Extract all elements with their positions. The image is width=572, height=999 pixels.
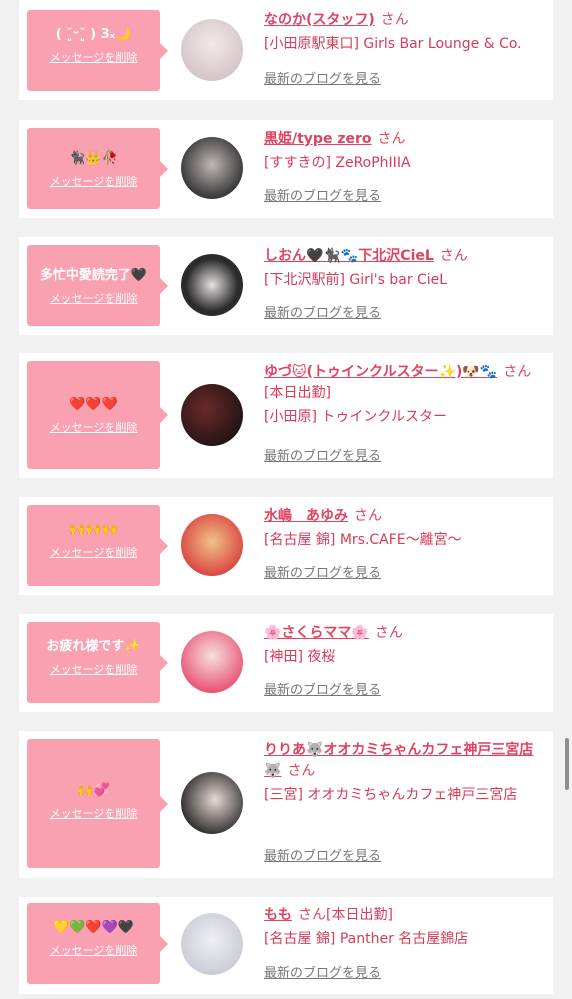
shop-name: [小田原] トゥインクルスター bbox=[264, 409, 447, 425]
cast-name-link[interactable]: 水嶋 あゆみ bbox=[264, 508, 348, 524]
attendance-status: [本日出勤] bbox=[326, 907, 393, 923]
message-card: ( ˘͈ᵕ˘͈ ) 3ₓ🌙 メッセージを削除 なのか(スタッフ) さん [小田原駅… bbox=[19, 0, 553, 100]
avatar[interactable] bbox=[181, 254, 243, 316]
shop-name: [三宮] オオカミちゃんカフェ神戸三宮店 bbox=[264, 787, 518, 803]
avatar[interactable] bbox=[181, 19, 243, 81]
delete-message-link[interactable]: メッセージを削除 bbox=[30, 943, 157, 959]
cast-name-link[interactable]: なのか(スタッフ) bbox=[264, 12, 375, 28]
delete-message-link[interactable]: メッセージを削除 bbox=[30, 291, 157, 307]
latest-blog-link[interactable]: 最新のブログを見る bbox=[264, 305, 381, 323]
message-text: 💛💚❤️💜🖤 bbox=[53, 920, 134, 935]
cast-name-link[interactable]: ゆづ🐱(トゥインクルスター✨)🐶🐾 bbox=[264, 364, 497, 380]
shop-name: [名古屋 錦] Panther 名古屋錦店 bbox=[264, 931, 469, 947]
message-card: ❤️❤️❤️ メッセージを削除 ゆづ🐱(トゥインクルスター✨)🐶🐾 さん [本日出勤… bbox=[19, 353, 553, 478]
shop-name: [すすきの] ZeRoPhIIIA bbox=[264, 155, 411, 171]
message-text: ❤️❤️❤️ bbox=[69, 397, 118, 412]
cast-name-link[interactable]: もも bbox=[264, 907, 292, 923]
message-text: ( ˘͈ᵕ˘͈ ) 3ₓ🌙 bbox=[55, 27, 132, 42]
message-bubble: ❤️❤️❤️ メッセージを削除 bbox=[27, 361, 168, 469]
latest-blog-link[interactable]: 最新のブログを見る bbox=[264, 71, 381, 89]
message-text: 🙌🙌🙌 bbox=[69, 522, 118, 537]
honorific: さん bbox=[377, 131, 406, 147]
delete-message-link[interactable]: メッセージを削除 bbox=[30, 545, 157, 561]
message-card: 🐈‍⬛👑🥀 メッセージを削除 黒姫/type zero さん [すすきの] ZeR… bbox=[19, 120, 553, 218]
message-card: 🙌💞 メッセージを削除 りりあ🐺オオカミちゃんカフェ神戸三宮店🐺 さん [三宮] … bbox=[19, 731, 553, 878]
message-text: 🐈‍⬛👑🥀 bbox=[69, 151, 118, 166]
latest-blog-link[interactable]: 最新のブログを見る bbox=[264, 682, 381, 700]
honorific: さん bbox=[503, 364, 532, 380]
avatar[interactable] bbox=[181, 514, 243, 576]
shop-name: [小田原駅東口] Girls Bar Lounge & Co. bbox=[264, 36, 522, 52]
message-bubble: 🙌🙌🙌 メッセージを削除 bbox=[27, 505, 168, 586]
shop-name: [下北沢駅前] Girl's bar CieL bbox=[264, 272, 448, 288]
cast-name-link[interactable]: しおん🖤🐈‍⬛🐾下北沢CieL bbox=[264, 248, 434, 264]
scrollbar[interactable] bbox=[565, 738, 569, 790]
message-bubble: 🙌💞 メッセージを削除 bbox=[27, 739, 168, 868]
cast-name-link[interactable]: 黒姫/type zero bbox=[264, 131, 372, 147]
shop-name: [神田] 夜桜 bbox=[264, 649, 336, 665]
message-bubble: 💛💚❤️💜🖤 メッセージを削除 bbox=[27, 903, 168, 984]
delete-message-link[interactable]: メッセージを削除 bbox=[30, 174, 157, 190]
message-text: お疲れ様です✨ bbox=[46, 639, 141, 654]
message-bubble: お疲れ様です✨ メッセージを削除 bbox=[27, 622, 168, 703]
avatar[interactable] bbox=[181, 137, 243, 199]
latest-blog-link[interactable]: 最新のブログを見る bbox=[264, 448, 381, 466]
latest-blog-link[interactable]: 最新のブログを見る bbox=[264, 188, 381, 206]
delete-message-link[interactable]: メッセージを削除 bbox=[30, 662, 157, 678]
message-card: お疲れ様です✨ メッセージを削除 🌸さくらママ🌸 さん [神田] 夜桜 最新のブロ… bbox=[19, 614, 553, 712]
honorific: さん bbox=[287, 763, 316, 779]
avatar[interactable] bbox=[181, 384, 243, 446]
delete-message-link[interactable]: メッセージを削除 bbox=[30, 420, 157, 436]
avatar[interactable] bbox=[181, 772, 243, 834]
message-text: 🙌💞 bbox=[77, 783, 110, 798]
avatar[interactable] bbox=[181, 913, 243, 975]
delete-message-link[interactable]: メッセージを削除 bbox=[30, 50, 157, 66]
avatar[interactable] bbox=[181, 631, 243, 693]
message-card: 🙌🙌🙌 メッセージを削除 水嶋 あゆみ さん [名古屋 錦] Mrs.CAFE〜離… bbox=[19, 497, 553, 595]
latest-blog-link[interactable]: 最新のブログを見る bbox=[264, 565, 381, 583]
message-card: 多忙中愛読完了🖤 メッセージを削除 しおん🖤🐈‍⬛🐾下北沢CieL さん [下北沢… bbox=[19, 237, 553, 335]
honorific: さん bbox=[354, 508, 382, 524]
honorific: さん bbox=[380, 12, 409, 28]
attendance-status: [本日出勤] bbox=[264, 385, 331, 401]
message-text: 多忙中愛読完了🖤 bbox=[39, 268, 148, 283]
message-bubble: 🐈‍⬛👑🥀 メッセージを削除 bbox=[27, 128, 168, 209]
shop-name: [名古屋 錦] Mrs.CAFE〜離宮〜 bbox=[264, 532, 462, 548]
latest-blog-link[interactable]: 最新のブログを見る bbox=[264, 965, 381, 983]
honorific: さん bbox=[439, 248, 468, 264]
delete-message-link[interactable]: メッセージを削除 bbox=[30, 806, 157, 822]
message-bubble: 多忙中愛読完了🖤 メッセージを削除 bbox=[27, 245, 168, 326]
message-card: 💛💚❤️💜🖤 メッセージを削除 もも さん[本日出勤] [名古屋 錦] Panth… bbox=[19, 897, 553, 994]
cast-name-link[interactable]: 🌸さくらママ🌸 bbox=[264, 625, 369, 641]
message-bubble: ( ˘͈ᵕ˘͈ ) 3ₓ🌙 メッセージを削除 bbox=[27, 10, 168, 91]
latest-blog-link[interactable]: 最新のブログを見る bbox=[264, 848, 381, 866]
honorific: さん bbox=[374, 625, 403, 641]
honorific: さん bbox=[298, 907, 326, 923]
